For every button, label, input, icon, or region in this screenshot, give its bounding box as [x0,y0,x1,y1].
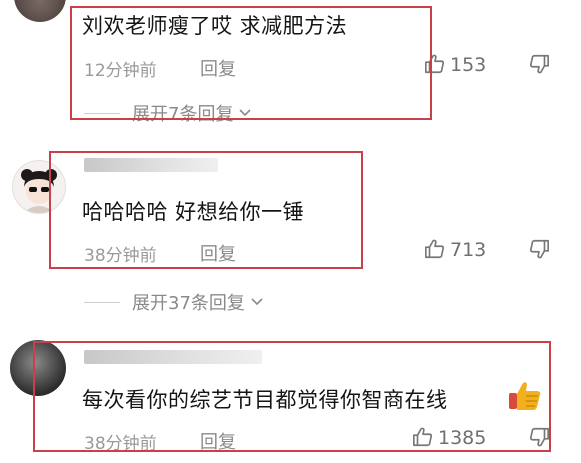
like-count: 1385 [438,427,487,449]
expand-replies[interactable]: 展开37条回复 [84,289,265,315]
comment-time: 12分钟前 [84,61,157,81]
like-count: 153 [450,54,487,76]
chevron-down-icon [237,105,253,121]
thumbs-down-icon[interactable] [528,238,550,260]
thumbs-down-icon[interactable] [528,53,550,75]
like-count: 713 [450,239,487,261]
avatar[interactable] [10,340,66,396]
reply-button[interactable]: 回复 [200,55,236,81]
avatar[interactable] [14,0,66,22]
expand-replies[interactable]: 展开7条回复 [84,100,253,126]
reply-button[interactable]: 回复 [200,428,236,454]
comment-text: 刘欢老师瘦了哎 求减肥方法 [82,14,348,38]
username-obscured [84,158,218,172]
thumbs-up-icon[interactable] [412,426,434,448]
expand-replies-label: 展开7条回复 [132,104,234,125]
reply-button[interactable]: 回复 [200,240,236,266]
comment-text: 哈哈哈哈 好想给你一锤 [82,200,305,224]
username-obscured [84,350,262,364]
thumbs-up-icon[interactable] [424,53,446,75]
thumbs-down-icon[interactable] [528,426,550,448]
divider-line [84,112,120,114]
expand-replies-label: 展开37条回复 [132,293,245,314]
divider-line [84,301,120,303]
avatar[interactable] [12,160,66,214]
thumbs-up-icon[interactable] [424,238,446,260]
comment-time: 38分钟前 [84,434,157,454]
comment-time: 38分钟前 [84,246,157,266]
chevron-down-icon [249,294,265,310]
comment-text: 每次看你的综艺节目都觉得你智商在线 [82,388,448,412]
thumbs-up-emoji [508,380,542,416]
